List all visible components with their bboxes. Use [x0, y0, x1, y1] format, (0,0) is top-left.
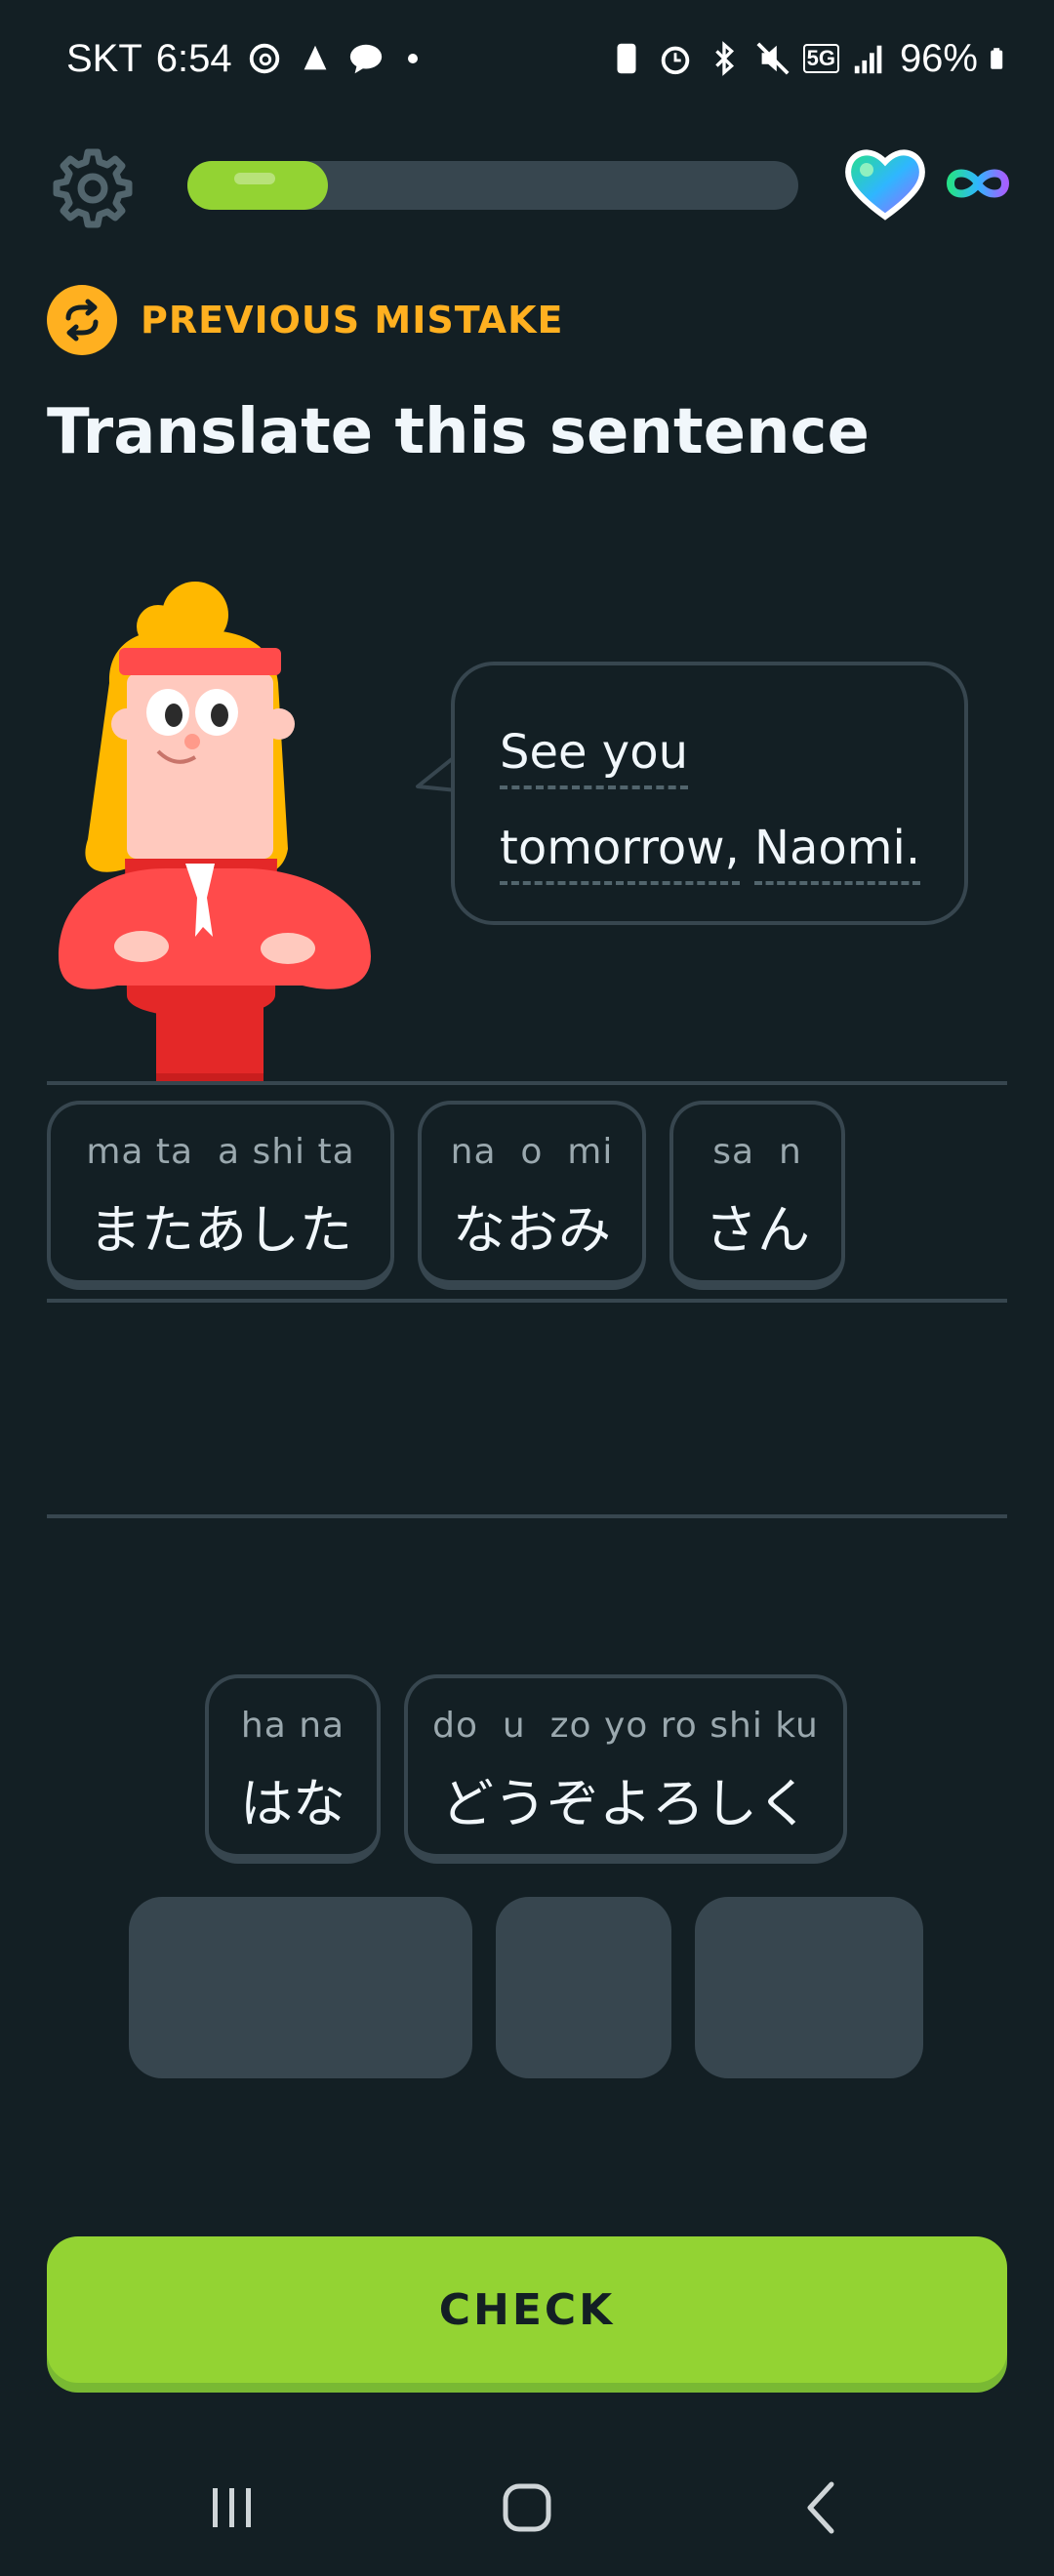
tile-romaji: na o mi [450, 1132, 614, 1172]
tile-kana: さん [705, 1199, 810, 1261]
tile-kana: どうぞよろしく [441, 1773, 810, 1834]
previous-mistake-tag: PREVIOUS MISTAKE [47, 285, 563, 355]
hint-word[interactable]: See you [500, 725, 688, 789]
talk-icon [349, 44, 382, 74]
tile-romaji: sa n [712, 1132, 802, 1172]
signal-icon [854, 45, 882, 74]
answer-line [47, 1081, 1007, 1085]
used-tile-slot [129, 1897, 472, 2078]
exercise-title: Translate this sentence [47, 396, 870, 468]
used-tile-slot [695, 1897, 923, 2078]
home-icon[interactable] [498, 2478, 556, 2537]
battery-icon [991, 48, 1003, 69]
retry-icon [47, 285, 117, 355]
lesson-progress-bar [187, 161, 798, 210]
threads-icon [249, 43, 279, 74]
bubble-line-2: tomorrow, Naomi. [500, 800, 964, 896]
word-bank-tile[interactable]: do u zo yo ro shi ku どうぞよろしく [404, 1674, 847, 1864]
word-bank-tile[interactable]: ha na はな [205, 1674, 381, 1864]
answer-tile[interactable]: ma ta a shi ta またあした [47, 1101, 394, 1290]
battery-saver-icon [617, 43, 636, 74]
hint-word[interactable]: tomorrow, [500, 821, 740, 885]
check-button[interactable]: CHECK [47, 2236, 1007, 2383]
more-notifications-dot [407, 54, 418, 63]
bluetooth-icon [714, 41, 734, 76]
tile-kana: なおみ [453, 1199, 611, 1261]
tile-romaji: do u zo yo ro shi ku [432, 1706, 819, 1746]
app-notification-icon [304, 45, 327, 70]
tile-kana: またあした [89, 1199, 352, 1261]
back-icon[interactable] [794, 2478, 853, 2537]
lesson-header [0, 137, 1054, 234]
status-bar: SKT 6:54 5G 96% [0, 0, 1054, 117]
network-type: 5G [802, 44, 839, 73]
character-illustration [59, 582, 371, 1083]
settings-gear-icon[interactable] [49, 144, 137, 232]
previous-mistake-label: PREVIOUS MISTAKE [141, 299, 564, 342]
speech-bubble: See you tomorrow, Naomi. [451, 662, 968, 925]
answer-line [47, 1299, 1007, 1303]
answer-tile[interactable]: na o mi なおみ [418, 1101, 646, 1290]
tile-romaji: ma ta a shi ta [86, 1132, 355, 1172]
mute-icon [756, 42, 790, 75]
super-heart-icon[interactable] [843, 144, 927, 222]
bubble-line-1: See you [500, 704, 964, 800]
tile-romaji: ha na [240, 1706, 345, 1746]
tile-kana: はな [240, 1773, 345, 1834]
alarm-icon [661, 46, 689, 75]
system-nav-bar [0, 2459, 1054, 2556]
clock: 6:54 [155, 36, 232, 80]
hint-word[interactable]: Naomi. [754, 821, 921, 885]
recent-apps-icon[interactable] [203, 2478, 262, 2537]
infinity-hearts-icon [946, 169, 1010, 198]
carrier: SKT [66, 36, 142, 80]
answer-tile[interactable]: sa n さん [669, 1101, 845, 1290]
battery-percent: 96% [899, 36, 978, 80]
answer-line [47, 1514, 1007, 1518]
lesson-progress-fill [187, 161, 328, 210]
used-tile-slot [496, 1897, 671, 2078]
